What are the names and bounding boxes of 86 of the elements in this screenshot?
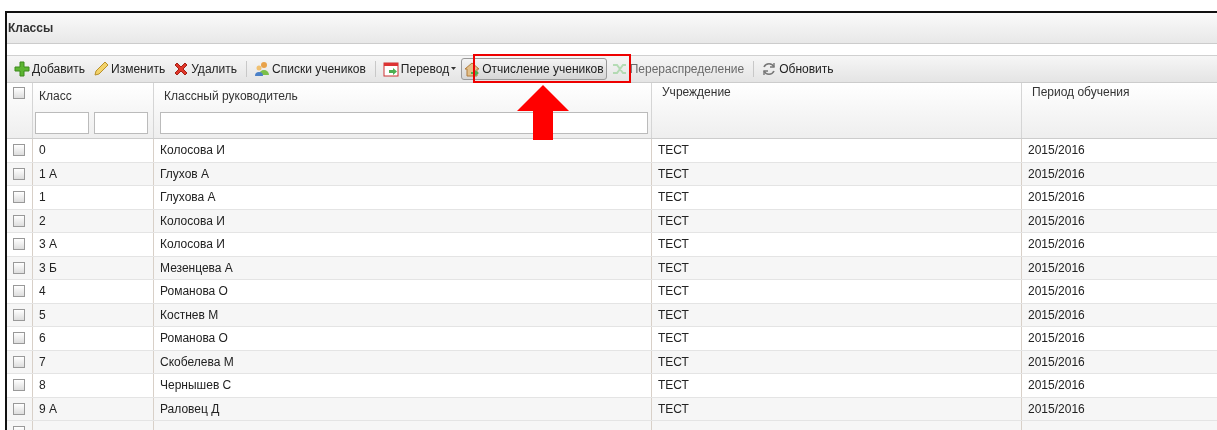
table-cell: ТЕСТ <box>658 284 689 299</box>
table-cell: 0 <box>39 143 46 158</box>
calendar-icon <box>382 61 399 77</box>
column-header[interactable]: Учреждение <box>658 85 731 99</box>
table-cell: 2015/2016 <box>1028 307 1085 322</box>
table-cell: ТЕСТ <box>658 260 689 275</box>
checkbox[interactable] <box>13 87 25 99</box>
table-cell: 2015/2016 <box>1028 190 1085 205</box>
checkbox[interactable] <box>13 355 25 368</box>
table-cell: ТЕСТ <box>658 237 689 252</box>
house-icon <box>464 61 481 77</box>
table-cell: Романова О <box>160 284 228 299</box>
toolbar-button[interactable]: Отчисление учеников <box>461 58 607 80</box>
checkbox[interactable] <box>13 214 25 227</box>
checkbox[interactable] <box>13 144 25 157</box>
plus-icon <box>14 61 30 77</box>
table-cell: ТЕСТ <box>658 354 689 369</box>
table-cell: 2015/2016 <box>1028 166 1085 181</box>
checkbox[interactable] <box>13 261 25 274</box>
table-cell: Скобелева М <box>160 354 234 369</box>
refresh-icon <box>761 61 778 77</box>
checkbox[interactable] <box>13 167 25 180</box>
table-cell: 1 <box>39 190 46 205</box>
filter-field[interactable] <box>94 112 148 134</box>
toolbar-button[interactable]: Изменить <box>90 58 169 80</box>
toolbar-button[interactable]: Обновить <box>758 58 837 80</box>
table-cell: Костнев М <box>160 307 219 322</box>
table-cell: Колосова И <box>160 143 225 158</box>
table-cell: Раловец Д <box>160 401 220 416</box>
table-cell: 2015/2016 <box>1028 237 1085 252</box>
table-cell: ТЕСТ <box>658 213 689 228</box>
table-cell: Глухова А <box>160 190 216 205</box>
checkbox[interactable] <box>13 308 25 321</box>
table-cell: 2015/2016 <box>1028 401 1085 416</box>
column-header[interactable]: Классный руководитель <box>160 89 298 103</box>
table-cell: 6 <box>39 331 46 346</box>
table-cell: Колосова И <box>160 213 225 228</box>
table-cell: 5 <box>39 307 46 322</box>
table-cell: 4 <box>39 284 46 299</box>
filter-field[interactable] <box>35 112 89 134</box>
toolbar-button[interactable]: Перевод <box>379 58 460 80</box>
checkbox[interactable] <box>13 379 25 392</box>
table-cell: 8 <box>39 378 46 393</box>
table-cell: 2015/2016 <box>1028 213 1085 228</box>
toolbar-button[interactable]: Добавить <box>11 58 89 80</box>
pencil-icon <box>93 61 110 77</box>
toolbar-button[interactable]: Удалить <box>170 58 240 80</box>
table-cell: 1 А <box>39 166 57 181</box>
table-cell: Мезенцева А <box>160 260 233 275</box>
column-header[interactable]: Период обучения <box>1028 85 1130 99</box>
column-header[interactable]: Класс <box>35 89 72 103</box>
shuffle-icon <box>611 61 628 77</box>
checkbox[interactable] <box>13 238 25 251</box>
checkbox[interactable] <box>13 402 25 415</box>
table-cell: ТЕСТ <box>658 401 689 416</box>
checkbox[interactable] <box>13 191 25 204</box>
table-cell: Чернышев С <box>160 378 232 393</box>
table-cell: 9 А <box>39 401 57 416</box>
cross-icon <box>173 61 190 77</box>
table-cell: 2015/2016 <box>1028 378 1085 393</box>
table-cell: ТЕСТ <box>658 166 689 181</box>
table-cell: 2015/2016 <box>1028 143 1085 158</box>
table-cell: 2015/2016 <box>1028 260 1085 275</box>
table-cell: 2015/2016 <box>1028 354 1085 369</box>
table-cell: ТЕСТ <box>658 190 689 205</box>
table-cell: ТЕСТ <box>658 378 689 393</box>
table-cell: 3 А <box>39 237 57 252</box>
table-cell: Колосова И <box>160 237 225 252</box>
table-cell: 2015/2016 <box>1028 331 1085 346</box>
checkbox[interactable] <box>13 285 25 298</box>
table-cell: ТЕСТ <box>658 331 689 346</box>
table-cell: ТЕСТ <box>658 307 689 322</box>
people-icon <box>254 61 270 77</box>
table-cell: 7 <box>39 354 46 369</box>
table-cell: 3 Б <box>39 260 57 275</box>
table-cell: 2015/2016 <box>1028 284 1085 299</box>
arrow-icon <box>517 85 569 140</box>
toolbar-button[interactable]: Списки учеников <box>251 58 369 80</box>
table-cell: 2 <box>39 213 46 228</box>
window-title: Классы <box>7 13 1217 44</box>
table-cell: Глухов А <box>160 166 210 181</box>
filter-field[interactable] <box>160 112 648 134</box>
table-cell: Романова О <box>160 331 228 346</box>
caret-icon <box>451 67 457 71</box>
table-cell: ТЕСТ <box>658 143 689 158</box>
checkbox[interactable] <box>13 332 25 345</box>
